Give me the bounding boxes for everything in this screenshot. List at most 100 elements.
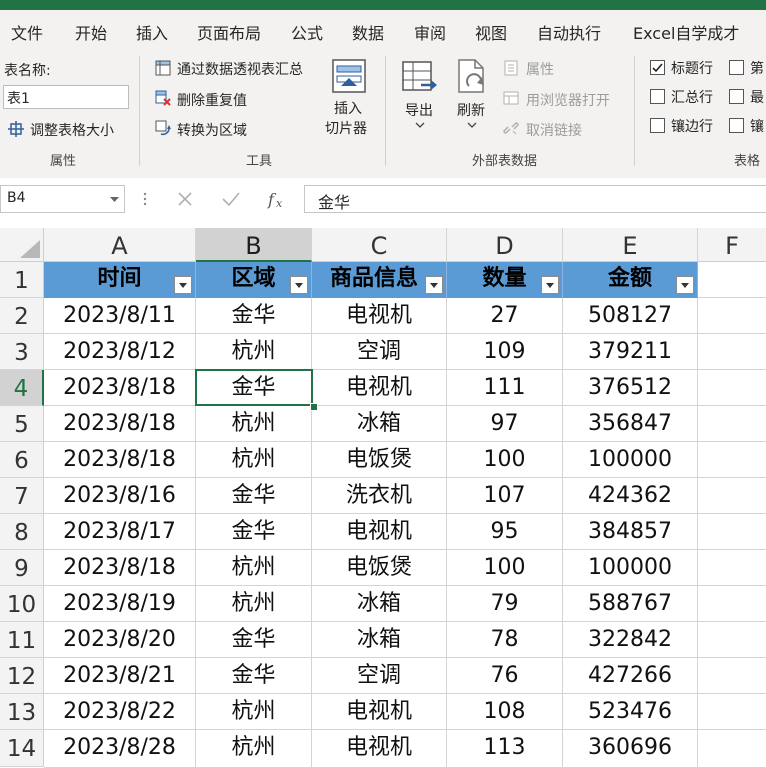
table-cell[interactable]: 95 — [447, 514, 563, 550]
table-cell[interactable] — [698, 622, 766, 658]
row-header[interactable]: 13 — [0, 694, 44, 730]
table-cell[interactable]: 508127 — [563, 298, 698, 334]
drag-handle-icon[interactable] — [143, 191, 147, 207]
column-header-f[interactable]: F — [698, 228, 766, 262]
row-header[interactable]: 14 — [0, 730, 44, 767]
table-cell[interactable]: 384857 — [563, 514, 698, 550]
row-header[interactable]: 1 — [0, 262, 44, 298]
name-box[interactable]: B4 — [0, 185, 125, 213]
table-cell[interactable]: 424362 — [563, 478, 698, 514]
formula-input[interactable]: 金华 — [304, 185, 766, 213]
total-row-checkbox[interactable] — [650, 89, 665, 104]
table-cell[interactable] — [698, 370, 766, 406]
table-cell[interactable]: 111 — [447, 370, 563, 406]
table-cell[interactable]: 电视机 — [312, 298, 447, 334]
table-cell[interactable]: 113 — [447, 730, 563, 768]
table-cell[interactable]: 电视机 — [312, 514, 447, 550]
last-column-checkbox[interactable] — [729, 89, 744, 104]
column-header-b[interactable]: B — [196, 228, 312, 262]
column-header-a[interactable]: A — [44, 228, 196, 262]
table-header-cell[interactable]: 区域 — [196, 262, 312, 298]
export-button[interactable]: 导出 — [398, 56, 442, 146]
table-cell[interactable] — [698, 262, 766, 298]
row-header[interactable]: 8 — [0, 514, 44, 550]
table-cell[interactable]: 97 — [447, 406, 563, 442]
table-cell[interactable] — [698, 550, 766, 586]
table-cell[interactable]: 杭州 — [196, 406, 312, 442]
tab-review[interactable]: 审阅 — [414, 20, 446, 44]
filter-dropdown-button[interactable] — [676, 276, 694, 294]
tab-home[interactable]: 开始 — [75, 20, 107, 44]
table-cell[interactable]: 冰箱 — [312, 406, 447, 442]
table-cell[interactable] — [698, 478, 766, 514]
table-cell[interactable] — [698, 406, 766, 442]
table-cell[interactable]: 电视机 — [312, 694, 447, 730]
table-cell[interactable]: 冰箱 — [312, 622, 447, 658]
filter-dropdown-button[interactable] — [541, 276, 559, 294]
filter-dropdown-button[interactable] — [174, 276, 192, 294]
row-header[interactable]: 10 — [0, 586, 44, 622]
insert-function-icon[interactable]: f x — [265, 188, 287, 210]
table-cell[interactable]: 杭州 — [196, 694, 312, 730]
table-cell[interactable]: 100 — [447, 550, 563, 586]
table-cell[interactable]: 27 — [447, 298, 563, 334]
tab-view[interactable]: 视图 — [475, 20, 507, 44]
table-cell[interactable]: 杭州 — [196, 442, 312, 478]
filter-dropdown-button[interactable] — [425, 276, 443, 294]
row-header[interactable]: 7 — [0, 478, 44, 514]
table-cell[interactable] — [698, 730, 766, 768]
table-cell[interactable]: 2023/8/18 — [44, 370, 196, 406]
remove-duplicates-button[interactable]: 删除重复值 — [177, 90, 247, 110]
tab-formulas[interactable]: 公式 — [291, 20, 323, 44]
external-properties-button[interactable]: 属性 — [526, 59, 554, 79]
column-header-e[interactable]: E — [563, 228, 698, 262]
table-cell[interactable]: 洗衣机 — [312, 478, 447, 514]
header-row-checkbox[interactable] — [650, 60, 665, 75]
row-header[interactable]: 3 — [0, 334, 44, 370]
select-all-corner[interactable] — [0, 228, 44, 262]
table-cell[interactable]: 空调 — [312, 658, 447, 694]
row-header[interactable]: 2 — [0, 298, 44, 334]
table-cell[interactable]: 金华 — [196, 478, 312, 514]
column-header-c[interactable]: C — [312, 228, 447, 262]
table-cell[interactable] — [698, 442, 766, 478]
filter-dropdown-button[interactable] — [290, 276, 308, 294]
row-header[interactable]: 6 — [0, 442, 44, 478]
table-cell[interactable] — [698, 334, 766, 370]
table-cell[interactable]: 2023/8/21 — [44, 658, 196, 694]
tab-file[interactable]: 文件 — [11, 20, 43, 44]
table-cell[interactable]: 杭州 — [196, 730, 312, 768]
table-cell[interactable]: 107 — [447, 478, 563, 514]
unlink-button[interactable]: 取消链接 — [526, 120, 582, 140]
table-cell[interactable]: 电饭煲 — [312, 442, 447, 478]
table-cell[interactable]: 电视机 — [312, 730, 447, 768]
open-in-browser-button[interactable]: 用浏览器打开 — [526, 90, 610, 110]
table-cell[interactable]: 379211 — [563, 334, 698, 370]
table-cell[interactable]: 电饭煲 — [312, 550, 447, 586]
refresh-button[interactable]: 刷新 — [450, 56, 494, 146]
convert-to-range-button[interactable]: 转换为区域 — [177, 120, 247, 140]
tab-automate[interactable]: 自动执行 — [537, 20, 601, 44]
table-cell[interactable]: 金华 — [196, 298, 312, 334]
first-column-checkbox[interactable] — [729, 60, 744, 75]
table-cell[interactable]: 金华 — [196, 370, 312, 406]
table-cell[interactable]: 杭州 — [196, 334, 312, 370]
table-cell[interactable]: 588767 — [563, 586, 698, 622]
table-cell[interactable]: 金华 — [196, 658, 312, 694]
tab-page-layout[interactable]: 页面布局 — [197, 20, 261, 44]
table-cell[interactable]: 427266 — [563, 658, 698, 694]
resize-table-button[interactable]: 调整表格大小 — [30, 120, 114, 140]
table-cell[interactable]: 2023/8/12 — [44, 334, 196, 370]
fill-handle[interactable] — [310, 403, 318, 411]
tab-data[interactable]: 数据 — [352, 20, 384, 44]
table-cell[interactable]: 冰箱 — [312, 586, 447, 622]
table-name-input[interactable]: 表1 — [3, 85, 129, 109]
table-cell[interactable]: 376512 — [563, 370, 698, 406]
table-cell[interactable]: 108 — [447, 694, 563, 730]
summarize-with-pivot-button[interactable]: 通过数据透视表汇总 — [177, 59, 303, 79]
table-cell[interactable]: 电视机 — [312, 370, 447, 406]
enter-check-icon[interactable] — [221, 190, 241, 208]
table-cell[interactable] — [698, 514, 766, 550]
table-cell[interactable]: 79 — [447, 586, 563, 622]
table-cell[interactable]: 2023/8/16 — [44, 478, 196, 514]
